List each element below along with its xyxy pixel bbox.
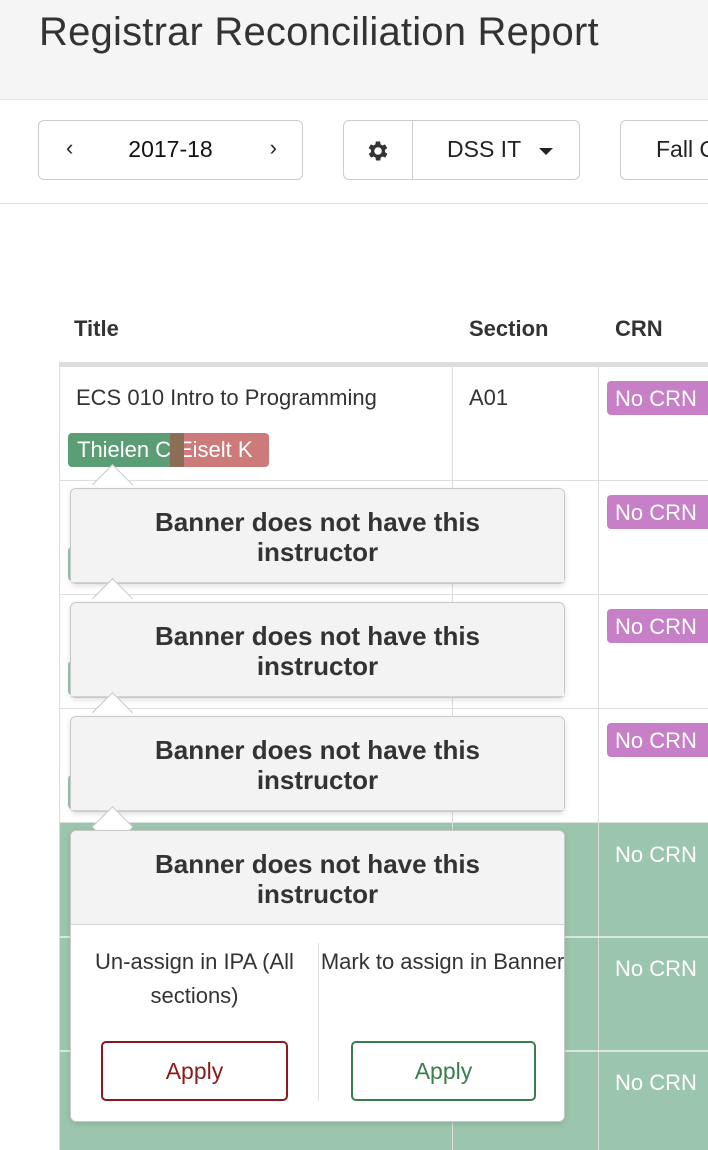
year-selector: ‹ 2017-18 › (38, 120, 303, 180)
instructor-popover: Banner does not have this instructor (70, 602, 565, 698)
popover-title: Banner does not have this instructor (71, 489, 564, 583)
instructor-badge-missing[interactable]: Eiselt K (170, 433, 269, 467)
toolbar: ‹ 2017-18 › DSS IT Fall Q (0, 100, 708, 204)
department-dropdown[interactable]: DSS IT (447, 136, 521, 163)
term-selector[interactable]: Fall Q (620, 120, 708, 180)
assign-apply-button[interactable]: Apply (351, 1041, 536, 1101)
page-header: Registrar Reconciliation Report (0, 0, 708, 100)
crn-badge: No CRN (607, 723, 708, 757)
instructor-badge[interactable]: Thielen C (68, 433, 183, 467)
crn-badge: No CRN (607, 609, 708, 643)
popover-title: Banner does not have this instructor (71, 603, 564, 697)
column-header-title[interactable]: Title (74, 316, 119, 342)
term-label: Fall Q (656, 136, 708, 162)
instructor-popover: Banner does not have this instructor Un-… (70, 830, 565, 1122)
unassign-option-label: Un-assign in IPA (All sections) (95, 949, 294, 1008)
column-divider (598, 367, 599, 1150)
chevron-down-icon (539, 148, 553, 155)
year-label: 2017-18 (128, 136, 213, 162)
section-value: A01 (469, 385, 509, 410)
instructor-popover: Banner does not have this instructor (70, 488, 565, 584)
popover-title: Banner does not have this instructor (71, 717, 564, 811)
crn-value: No CRN (615, 842, 697, 867)
popover-actions: Un-assign in IPA (All sections) Mark to … (71, 925, 564, 1121)
table-border-left (59, 367, 60, 1150)
course-title: ECS 010 Intro to Programming (76, 385, 377, 410)
crn-badge: No CRN (607, 495, 708, 529)
row-divider (59, 708, 708, 709)
next-year-button[interactable]: › (270, 135, 277, 161)
department-selector: DSS IT (343, 120, 580, 180)
popover-title: Banner does not have this instructor (71, 831, 564, 925)
column-header-crn[interactable]: CRN (615, 316, 663, 342)
unassign-apply-button[interactable]: Apply (101, 1041, 288, 1101)
assign-option-label: Mark to assign in Banner (320, 949, 565, 974)
row-divider (59, 822, 708, 823)
crn-badge: No CRN (607, 381, 708, 415)
row-divider (59, 480, 708, 481)
column-header-section[interactable]: Section (469, 316, 548, 342)
table-header-rule (59, 362, 708, 367)
instructor-popover: Banner does not have this instructor (70, 716, 565, 812)
gear-icon (368, 141, 388, 161)
crn-value: No CRN (615, 956, 697, 981)
crn-value: No CRN (615, 1070, 697, 1095)
badge-overlap (170, 433, 184, 467)
page-title: Registrar Reconciliation Report (39, 10, 599, 54)
settings-button[interactable] (344, 121, 413, 179)
row-divider (59, 594, 708, 595)
